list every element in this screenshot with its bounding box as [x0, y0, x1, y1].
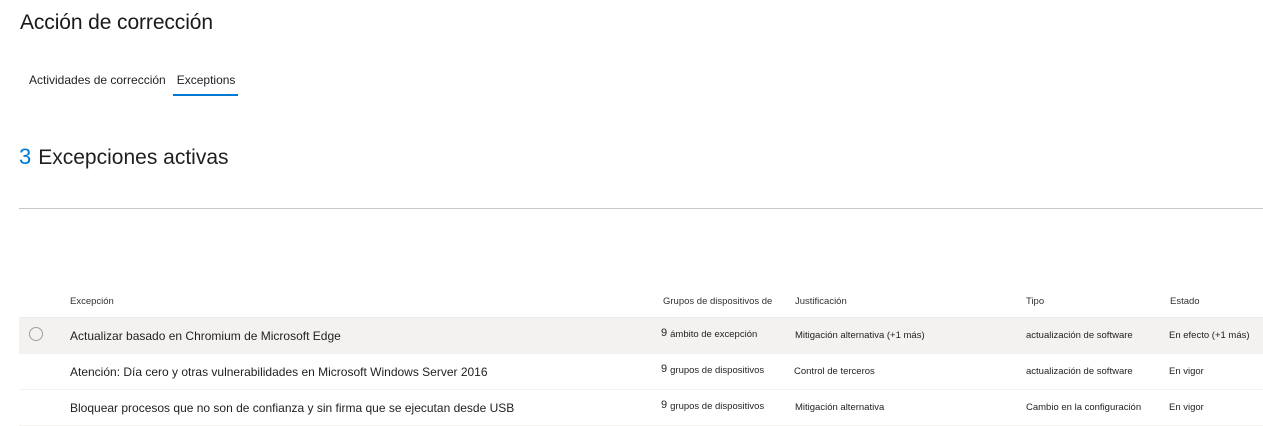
device-groups-cell: 9 grupos de dispositivos [661, 363, 764, 376]
type-cell: actualización de software [1026, 366, 1133, 377]
exceptions-table: Excepción Grupos de dispositivos de Just… [19, 287, 1263, 426]
tab-bar: Actividades de corrección Exceptions [22, 66, 239, 96]
column-header-type[interactable]: Tipo [1026, 296, 1044, 307]
device-groups-count: 9 [661, 327, 668, 339]
device-groups-text: ámbito de excepción [670, 329, 758, 340]
tab-remediation-activities[interactable]: Actividades de corrección [22, 66, 173, 96]
justification-cell: Control de terceros [794, 366, 875, 377]
section-divider [19, 208, 1263, 209]
active-exceptions-heading: 3 Excepciones activas [19, 144, 229, 170]
type-cell: actualización de software [1026, 330, 1133, 341]
device-groups-count: 9 [661, 399, 668, 411]
type-cell: Cambio en la configuración [1026, 402, 1142, 413]
exceptions-count-label: Excepciones activas [38, 146, 229, 169]
justification-cell: Mitigación alternativa [795, 402, 885, 413]
status-cell: En efecto (+1 más) [1169, 330, 1250, 341]
exceptions-count: 3 [19, 144, 32, 169]
row-select-radio[interactable] [29, 327, 43, 341]
column-header-device-groups[interactable]: Grupos de dispositivos de [663, 296, 772, 307]
table-row[interactable]: Bloquear procesos que no son de confianz… [19, 390, 1263, 426]
device-groups-cell: 9 grupos de dispositivos [661, 399, 764, 412]
page-title: Acción de corrección [20, 11, 213, 34]
device-groups-text: grupos de dispositivos [670, 365, 765, 376]
table-row[interactable]: Actualizar basado en Chromium de Microso… [19, 318, 1263, 354]
exception-name[interactable]: Actualizar basado en Chromium de Microso… [70, 329, 341, 343]
status-cell: En vigor [1169, 402, 1204, 413]
justification-cell: Mitigación alternativa (+1 más) [795, 330, 925, 341]
exception-name[interactable]: Bloquear procesos que no son de confianz… [70, 401, 514, 415]
status-cell: En vigor [1169, 366, 1204, 377]
device-groups-cell: 9 ámbito de excepción [661, 327, 757, 340]
table-row[interactable]: Atención: Día cero y otras vulnerabilida… [19, 354, 1263, 390]
device-groups-text: grupos de dispositivos [670, 401, 765, 412]
column-header-justification[interactable]: Justificación [795, 296, 847, 307]
column-header-status[interactable]: Estado [1170, 296, 1200, 307]
table-header: Excepción Grupos de dispositivos de Just… [19, 287, 1263, 318]
column-header-exception[interactable]: Excepción [70, 296, 114, 307]
tab-exceptions[interactable]: Exceptions [172, 66, 239, 96]
device-groups-count: 9 [661, 363, 668, 375]
exception-name[interactable]: Atención: Día cero y otras vulnerabilida… [70, 365, 488, 379]
